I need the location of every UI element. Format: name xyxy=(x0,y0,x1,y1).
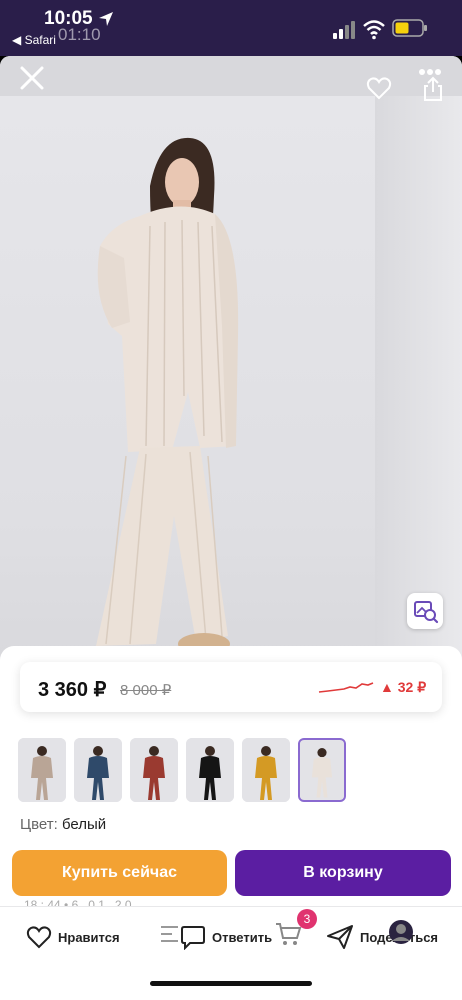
variant-figure-icon xyxy=(242,738,290,802)
cart-count-badge: 3 xyxy=(297,909,317,929)
add-to-cart-button[interactable]: В корзину xyxy=(235,850,451,896)
variant-figure-icon xyxy=(18,738,66,802)
variant-figure-icon xyxy=(130,738,178,802)
home-indicator[interactable] xyxy=(150,981,312,986)
overlay-time: 01:10 xyxy=(58,25,101,44)
variant-thumbnails xyxy=(18,738,448,802)
variant-thumbnail[interactable] xyxy=(74,738,122,802)
product-photo[interactable] xyxy=(0,96,462,702)
variant-thumbnail[interactable] xyxy=(298,738,346,802)
variant-thumbnail[interactable] xyxy=(242,738,290,802)
close-icon[interactable] xyxy=(18,64,46,92)
wifi-icon xyxy=(363,20,385,40)
share-icon[interactable] xyxy=(422,76,444,102)
buy-now-button[interactable]: Купить сейчас xyxy=(12,850,227,896)
like-label: Нравится xyxy=(58,929,120,945)
more-icon[interactable] xyxy=(418,68,442,76)
app-area: 3 360 ₽ 8 000 ₽ ▲ 32 ₽ Цвет: белый 18 : … xyxy=(0,56,462,1000)
model-illustration xyxy=(86,137,239,666)
price-change: ▲ 32 ₽ xyxy=(380,679,427,695)
variant-figure-icon xyxy=(186,738,234,802)
like-button[interactable]: Нравится xyxy=(26,921,120,953)
heart-icon[interactable] xyxy=(366,76,392,100)
image-search-icon xyxy=(414,601,439,624)
status-bar: 10:05 01:10 ◀ Safari xyxy=(0,0,462,56)
bottom-action-bar: Нравится Ответить 3 Поделиться xyxy=(0,906,462,1000)
speech-bubble-icon xyxy=(181,926,205,950)
cart-icon[interactable] xyxy=(274,921,302,947)
image-search-button[interactable] xyxy=(407,593,443,629)
color-label: Цвет: xyxy=(20,816,58,833)
price-trend-sparkline-icon xyxy=(318,682,374,693)
color-info: Цвет: белый xyxy=(20,816,106,833)
current-price: 3 360 ₽ xyxy=(38,679,107,701)
old-price: 8 000 ₽ xyxy=(120,682,172,699)
battery-icon xyxy=(392,19,427,37)
color-value: белый xyxy=(61,816,107,833)
variant-thumbnail[interactable] xyxy=(186,738,234,802)
reply-label: Ответить xyxy=(212,929,273,945)
heart-outline-icon xyxy=(26,926,52,949)
share-button[interactable]: Поделиться xyxy=(326,921,438,953)
variant-thumbnail[interactable] xyxy=(18,738,66,802)
photo-top-strip xyxy=(0,56,462,96)
variant-figure-icon xyxy=(300,740,344,800)
variant-figure-icon xyxy=(74,738,122,802)
back-to-safari-link[interactable]: ◀ Safari xyxy=(12,33,56,47)
reply-button[interactable]: Ответить xyxy=(180,921,272,953)
send-arrow-icon xyxy=(327,925,353,949)
profile-avatar-icon[interactable] xyxy=(388,919,414,945)
cellular-signal-icon xyxy=(333,21,355,39)
price-card[interactable]: 3 360 ₽ 8 000 ₽ ▲ 32 ₽ xyxy=(20,662,442,712)
variant-thumbnail[interactable] xyxy=(130,738,178,802)
